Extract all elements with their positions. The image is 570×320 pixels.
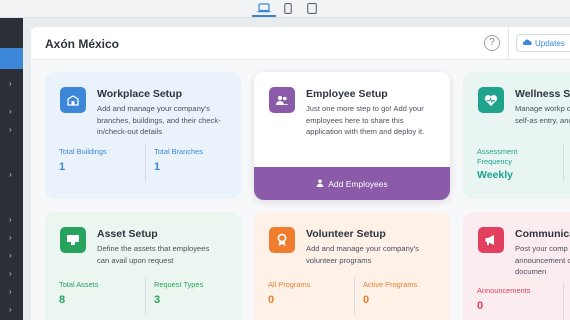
total-branches-label: Total Branches (154, 147, 203, 156)
add-employees-button[interactable]: Add Employees (254, 167, 450, 200)
header-divider (508, 27, 509, 60)
asset-setup-title: Asset Setup (97, 228, 158, 240)
request-types-label: Request Types (154, 280, 204, 289)
sidebar-expand-chevron-icon[interactable]: › (9, 216, 12, 224)
device-switcher (252, 0, 324, 18)
stat-divider (354, 277, 355, 315)
phone-view-button[interactable] (276, 0, 300, 17)
sidebar-expand-chevron-icon[interactable]: › (9, 252, 12, 260)
workplace-setup-description: Add and manage your company's branches, … (97, 104, 221, 136)
sidebar-expand-chevron-icon[interactable]: › (9, 270, 12, 278)
request-types-value: 3 (154, 294, 161, 306)
all-programs-label: All Programs (268, 280, 311, 289)
stat-divider (145, 144, 146, 182)
sidebar-expand-chevron-icon[interactable]: › (9, 288, 12, 296)
total-branches-value: 1 (154, 161, 161, 173)
tablet-view-button[interactable] (300, 0, 324, 17)
all-programs-value: 0 (268, 294, 275, 306)
tablet-icon (307, 3, 317, 14)
asset-setup-card[interactable]: Asset Setup Define the assets that emplo… (45, 212, 241, 320)
assessment-frequency-value: Weekly (477, 169, 513, 181)
updates-label: Updates (535, 38, 565, 48)
announcements-value: 0 (477, 300, 484, 312)
total-buildings-value: 1 (59, 161, 66, 173)
employee-setup-card[interactable]: Employee Setup Just one more step to go!… (254, 72, 450, 200)
user-icon (316, 179, 324, 189)
cloud-icon (522, 38, 532, 48)
help-icon: ? (489, 37, 495, 48)
employee-setup-title: Employee Setup (306, 88, 388, 100)
building-icon (60, 87, 86, 113)
employee-setup-description: Just one more step to go! Add your emplo… (306, 104, 425, 136)
laptop-icon (257, 2, 271, 13)
sidebar-expand-chevron-icon[interactable]: › (9, 126, 12, 134)
asset-icon (60, 227, 86, 253)
volunteer-setup-card[interactable]: Volunteer Setup Add and manage your comp… (254, 212, 450, 320)
total-assets-label: Total Assets (59, 280, 99, 289)
sidebar-expand-chevron-icon[interactable]: › (9, 171, 12, 179)
stat-divider (145, 277, 146, 315)
heart-pulse-icon (478, 87, 504, 113)
workplace-setup-card[interactable]: Workplace Setup Add and manage your comp… (45, 72, 241, 199)
help-button[interactable]: ? (484, 35, 500, 51)
phone-icon (284, 3, 292, 14)
add-employees-label: Add Employees (328, 178, 388, 189)
workplace-setup-title: Workplace Setup (97, 88, 182, 100)
volunteer-setup-title: Volunteer Setup (306, 228, 386, 240)
sidebar-expand-chevron-icon[interactable]: › (9, 80, 12, 88)
sidebar-expand-chevron-icon[interactable]: › (9, 108, 12, 116)
sidebar: › › › › › › › › › › (0, 18, 23, 320)
communication-setup-description: Post your comp announcement other docume… (515, 244, 570, 276)
page-header: Axón México ? Updates (31, 27, 570, 60)
total-assets-value: 8 (59, 294, 66, 306)
sidebar-expand-chevron-icon[interactable]: › (9, 234, 12, 242)
communication-setup-card[interactable]: Communica Post your comp announcement ot… (463, 212, 570, 320)
assessment-frequency-label: Assessment Frequency (477, 147, 518, 166)
organization-name: Axón México (45, 37, 120, 51)
laptop-view-button[interactable] (252, 0, 276, 17)
active-programs-label: Active Programs (363, 280, 418, 289)
stat-divider (563, 282, 564, 320)
total-buildings-label: Total Buildings (59, 147, 107, 156)
wellness-setup-card[interactable]: Wellness Se Manage workp defining self-a… (463, 72, 570, 199)
sidebar-expand-chevron-icon[interactable]: › (9, 306, 12, 314)
device-preview-bar (0, 0, 570, 18)
volunteer-setup-description: Add and manage your company's volunteer … (306, 244, 419, 265)
stat-divider (563, 144, 564, 182)
asset-setup-description: Define the assets that employees can ava… (97, 244, 210, 265)
sidebar-item-active[interactable] (0, 48, 23, 69)
users-icon (269, 87, 295, 113)
updates-button[interactable]: Updates (516, 34, 570, 52)
announcements-label: Announcements (477, 286, 531, 295)
wellness-setup-description: Manage workp defining self-as entry, and… (515, 104, 570, 125)
communication-setup-title: Communica (515, 228, 570, 240)
ribbon-icon (269, 227, 295, 253)
main-panel: Axón México ? Updates Workplace Setup Ad… (31, 27, 570, 320)
wellness-setup-title: Wellness Se (515, 88, 570, 100)
megaphone-icon (478, 227, 504, 253)
active-programs-value: 0 (363, 294, 370, 306)
